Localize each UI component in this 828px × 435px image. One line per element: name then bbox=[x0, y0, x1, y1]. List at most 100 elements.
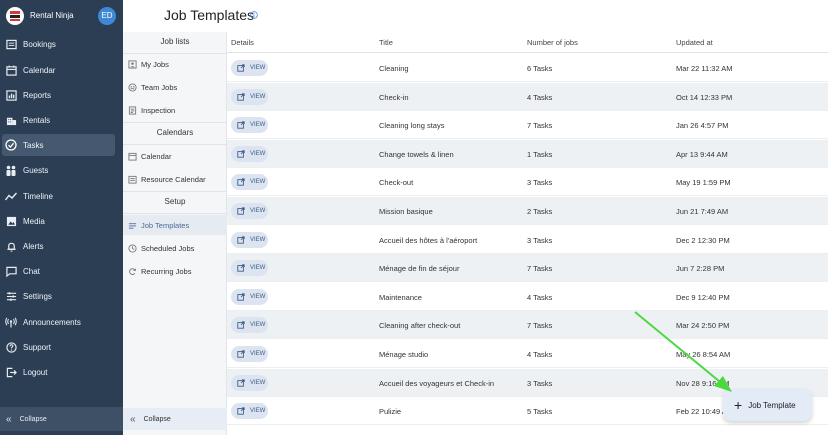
double-chevron-left-icon: « bbox=[130, 413, 136, 425]
row-number-of-jobs: 4 Tasks bbox=[527, 92, 553, 102]
sidebar-item-chat[interactable]: Chat bbox=[0, 260, 123, 282]
row-title: Cleaning long stays bbox=[379, 121, 445, 131]
announcements-icon bbox=[5, 316, 17, 328]
sidebar-item-label: Guests bbox=[23, 165, 49, 175]
view-button[interactable]: VIEW bbox=[231, 346, 268, 362]
sidebar-item-guests[interactable]: Guests bbox=[0, 159, 123, 181]
view-button-label: VIEW bbox=[250, 408, 266, 415]
view-button-label: VIEW bbox=[250, 236, 266, 243]
view-button-label: VIEW bbox=[250, 179, 266, 186]
subnav-item-calendar[interactable]: Calendar bbox=[123, 146, 227, 166]
view-button[interactable]: VIEW bbox=[231, 88, 268, 105]
subnav-item-job-templates[interactable]: Job Templates bbox=[123, 215, 227, 235]
subnav-item-label: My Jobs bbox=[141, 59, 169, 69]
open-in-new-icon bbox=[237, 207, 245, 215]
sidebar-item-timeline[interactable]: Timeline bbox=[0, 185, 123, 207]
calendar-icon bbox=[5, 64, 17, 76]
view-button[interactable]: VIEW bbox=[231, 174, 268, 191]
view-button[interactable]: VIEW bbox=[231, 403, 268, 420]
open-in-new-icon bbox=[237, 121, 245, 129]
subnav-item-resource-calendar[interactable]: Resource Calendar bbox=[123, 169, 227, 189]
sidebar-item-label: Alerts bbox=[23, 241, 44, 251]
collapse-label: Collapse bbox=[143, 415, 171, 423]
sidebar-item-bookings[interactable]: Bookings bbox=[0, 33, 123, 55]
row-number-of-jobs: 4 Tasks bbox=[527, 350, 553, 359]
row-number-of-jobs: 7 Tasks bbox=[527, 264, 553, 274]
view-button-label: VIEW bbox=[250, 322, 266, 329]
job-lists-heading: Job lists bbox=[160, 37, 190, 46]
subnav-item-scheduled-jobs[interactable]: Scheduled Jobs bbox=[123, 238, 227, 258]
subnav-collapse-button[interactable]: « Collapse bbox=[123, 408, 227, 430]
row-title: Change towels & linen bbox=[379, 149, 454, 159]
sidebar-item-settings[interactable]: Settings bbox=[0, 285, 123, 307]
table-row: VIEW Check-in 4 Tasks Oct 14 12:33 PM bbox=[227, 82, 828, 111]
sidebar-collapse-button[interactable]: « Collapse bbox=[0, 407, 123, 431]
sidebar-item-alerts[interactable]: Alerts bbox=[0, 235, 123, 257]
add-job-template-label: Job Template bbox=[748, 400, 796, 410]
subnav-item-label: Team Jobs bbox=[141, 82, 178, 92]
logout-icon bbox=[5, 366, 17, 378]
divider bbox=[123, 213, 227, 214]
row-number-of-jobs: 7 Tasks bbox=[527, 321, 553, 331]
person-icon bbox=[128, 59, 137, 69]
view-button[interactable]: VIEW bbox=[231, 288, 268, 305]
inspection-icon bbox=[128, 105, 137, 115]
view-button[interactable]: VIEW bbox=[231, 60, 268, 76]
view-button-label: VIEW bbox=[250, 265, 266, 272]
column-header-details: Details bbox=[231, 38, 254, 47]
row-title: Check-in bbox=[379, 92, 409, 102]
view-button[interactable]: VIEW bbox=[231, 231, 268, 248]
sidebar-item-media[interactable]: Media bbox=[0, 210, 123, 232]
sidebar-item-tasks[interactable]: Tasks bbox=[2, 134, 115, 156]
subnav-item-team-jobs[interactable]: Team Jobs bbox=[123, 77, 227, 97]
view-button[interactable]: VIEW bbox=[231, 145, 268, 162]
collapse-label: Collapse bbox=[19, 415, 47, 423]
info-icon[interactable] bbox=[250, 11, 258, 19]
view-button[interactable]: VIEW bbox=[231, 374, 268, 391]
table-row: VIEW Ménage studio 4 Tasks May 26 8:54 AM bbox=[227, 340, 828, 368]
row-updated-at: Mar 24 2:50 PM bbox=[676, 321, 730, 331]
column-header-updated-at: Updated at bbox=[676, 38, 713, 47]
subnav-item-my-jobs[interactable]: My Jobs bbox=[123, 54, 227, 74]
row-title: Cleaning after check-out bbox=[379, 321, 461, 331]
row-updated-at: Jun 21 7:49 AM bbox=[676, 207, 729, 216]
setup-heading: Setup bbox=[164, 197, 186, 206]
row-updated-at: Apr 13 9:44 AM bbox=[676, 149, 728, 159]
row-updated-at: Mar 22 11:32 AM bbox=[676, 64, 733, 73]
settings-icon bbox=[5, 290, 17, 302]
row-updated-at: Dec 2 12:30 PM bbox=[676, 235, 730, 245]
subnav-item-recurring-jobs[interactable]: Recurring Jobs bbox=[123, 261, 227, 281]
sidebar-item-rentals[interactable]: Rentals bbox=[0, 109, 123, 131]
subnav-item-inspection[interactable]: Inspection bbox=[123, 100, 227, 120]
view-button[interactable]: VIEW bbox=[231, 317, 268, 334]
row-updated-at: Oct 14 12:33 PM bbox=[676, 92, 733, 102]
chat-icon bbox=[5, 265, 17, 277]
table-row: VIEW Accueil des hôtes à l'aéroport 3 Task… bbox=[227, 226, 828, 254]
view-button[interactable]: VIEW bbox=[231, 203, 268, 219]
view-button-label: VIEW bbox=[250, 122, 266, 129]
sidebar-item-announcements[interactable]: Announcements bbox=[0, 311, 123, 333]
table-row: VIEW Cleaning after check-out 7 Tasks Mar 2… bbox=[227, 311, 828, 340]
table-row: VIEW Mission basique 2 Tasks Jun 21 7:49 AM bbox=[227, 197, 828, 225]
sidebar-item-logout[interactable]: Logout bbox=[0, 361, 123, 383]
sidebar-item-reports[interactable]: Reports bbox=[0, 84, 123, 106]
row-number-of-jobs: 3 Tasks bbox=[527, 178, 553, 188]
team-icon bbox=[128, 82, 137, 92]
row-number-of-jobs: 4 Tasks bbox=[527, 292, 553, 302]
view-button-label: VIEW bbox=[250, 293, 266, 300]
add-job-template-button[interactable]: + Job Template bbox=[723, 389, 812, 421]
sidebar-item-support[interactable]: Support bbox=[0, 336, 123, 358]
open-in-new-icon bbox=[237, 293, 245, 301]
row-title: Maintenance bbox=[379, 292, 422, 302]
brand-header: Rental Ninja ED bbox=[0, 0, 123, 32]
resource-calendar-icon bbox=[128, 175, 137, 184]
sidebar-item-label: Timeline bbox=[23, 191, 53, 201]
row-updated-at: May 19 1:59 PM bbox=[676, 178, 731, 188]
sidebar-item-label: Tasks bbox=[23, 140, 44, 150]
avatar[interactable]: ED bbox=[98, 7, 116, 25]
recurring-icon bbox=[128, 267, 137, 276]
sidebar-item-calendar[interactable]: Calendar bbox=[0, 59, 123, 81]
view-button[interactable]: VIEW bbox=[231, 117, 268, 134]
view-button[interactable]: VIEW bbox=[231, 260, 268, 277]
row-number-of-jobs: 3 Tasks bbox=[527, 235, 553, 245]
